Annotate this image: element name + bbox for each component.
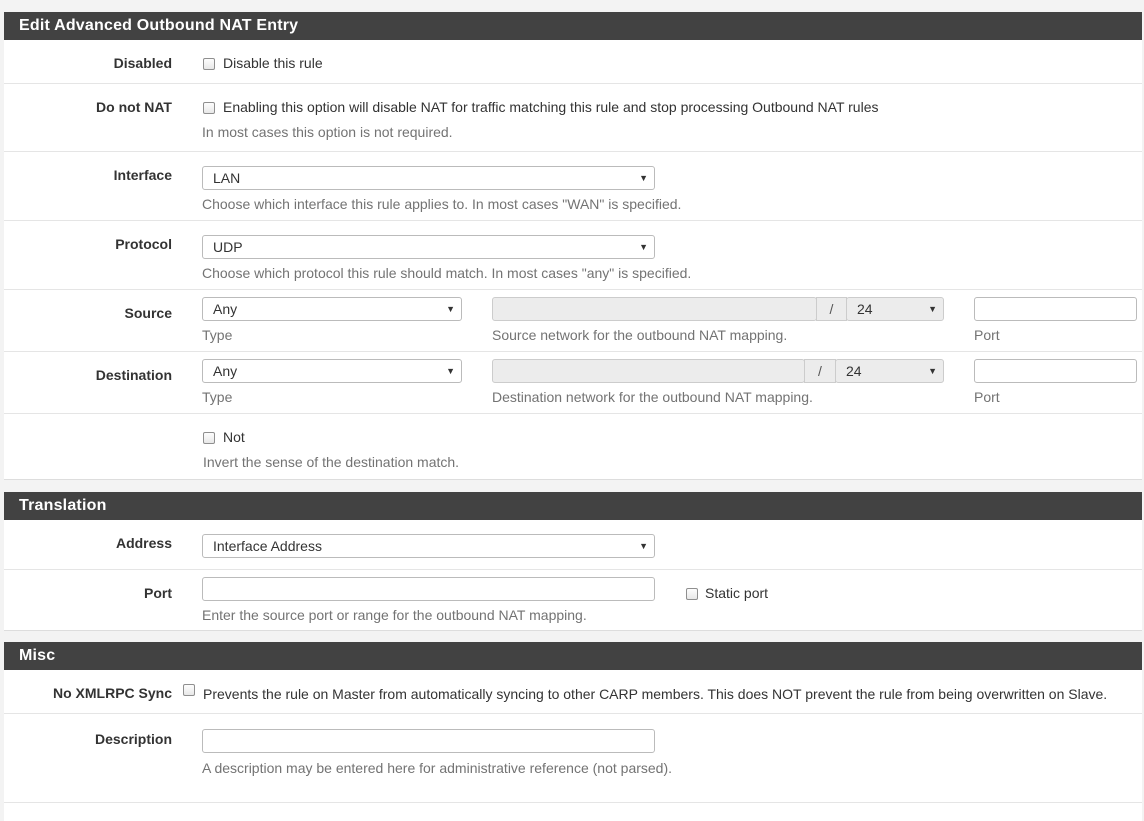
translation-port-row: Port Static port Enter the source port o… [4,569,1142,631]
source-network-input[interactable] [492,297,817,321]
source-type-help: Type [202,327,233,343]
xmlrpc-checkbox[interactable] [183,684,195,696]
source-row: Source Any ▼ Type / 24 ▼ Source network … [4,289,1142,351]
source-mask-select[interactable]: 24 ▼ [846,297,944,321]
description-label: Description [94,731,172,747]
protocol-select[interactable]: UDP ▼ [202,235,655,259]
destination-mask-value: 24 [846,363,862,379]
protocol-help: Choose which protocol this rule should m… [202,265,692,281]
not-checkbox[interactable] [203,432,215,444]
source-mask-value: 24 [857,301,873,317]
chevron-down-icon: ▼ [446,366,455,376]
disable-rule-checkbox[interactable] [203,58,215,70]
source-port-help: Port [974,327,1000,343]
not-text: Not [223,429,245,445]
do-not-nat-help: In most cases this option is not require… [202,124,453,140]
source-slash: / [816,297,847,321]
do-not-nat-text: Enabling this option will disable NAT fo… [223,99,879,115]
not-help: Invert the sense of the destination matc… [203,454,460,470]
translation-port-input[interactable] [202,577,655,601]
destination-network-help: Destination network for the outbound NAT… [492,389,813,405]
misc-title: Misc [4,642,1142,670]
edit-nat-panel: Edit Advanced Outbound NAT Entry Disable… [4,12,1142,480]
destination-type-help: Type [202,389,233,405]
address-select-value: Interface Address [213,538,322,554]
misc-panel: Misc No XMLRPC Sync Prevents the rule on… [4,642,1142,821]
destination-type-value: Any [213,363,238,379]
translation-panel: Translation Address Interface Address ▼ … [4,492,1142,631]
chevron-down-icon: ▼ [928,304,937,314]
chevron-down-icon: ▼ [928,366,937,376]
address-select[interactable]: Interface Address ▼ [202,534,655,558]
destination-slash: / [804,359,836,383]
interface-row: Interface LAN ▼ Choose which interface t… [4,151,1142,220]
interface-select-value: LAN [213,170,241,186]
chevron-down-icon: ▼ [639,541,648,551]
do-not-nat-checkbox[interactable] [203,102,215,114]
description-row: Description A description may be entered… [4,713,1142,783]
destination-label: Destination [95,367,172,383]
do-not-nat-label: Do not NAT [96,99,172,115]
destination-port-input[interactable] [974,359,1137,383]
destination-port-help: Port [974,389,1000,405]
interface-help: Choose which interface this rule applies… [202,196,682,212]
disabled-label: Disabled [113,55,172,71]
interface-label: Interface [113,167,172,183]
disable-rule-text: Disable this rule [223,55,323,71]
source-label: Source [124,305,172,321]
destination-type-select[interactable]: Any ▼ [202,359,462,383]
translation-title: Translation [4,492,1142,520]
misc-bottom-divider [4,802,1142,821]
description-help: A description may be entered here for ad… [202,760,673,776]
translation-port-help: Enter the source port or range for the o… [202,607,587,623]
xmlrpc-text: Prevents the rule on Master from automat… [203,686,1108,702]
chevron-down-icon: ▼ [446,304,455,314]
protocol-label: Protocol [115,236,172,252]
protocol-select-value: UDP [213,239,243,255]
static-port-checkbox[interactable] [686,588,698,600]
destination-network-input[interactable] [492,359,805,383]
destination-mask-select[interactable]: 24 ▼ [835,359,944,383]
chevron-down-icon: ▼ [639,242,648,252]
source-type-value: Any [213,301,238,317]
source-type-select[interactable]: Any ▼ [202,297,462,321]
xmlrpc-row: No XMLRPC Sync Prevents the rule on Mast… [4,670,1142,713]
xmlrpc-label: No XMLRPC Sync [52,685,172,701]
address-label: Address [115,535,172,551]
chevron-down-icon: ▼ [639,173,648,183]
source-port-input[interactable] [974,297,1137,321]
do-not-nat-row: Do not NAT Enabling this option will dis… [4,83,1142,151]
static-port-text: Static port [705,585,769,601]
description-input[interactable] [202,729,655,753]
disabled-row: Disabled Disable this rule [4,40,1142,83]
source-network-help: Source network for the outbound NAT mapp… [492,327,788,343]
destination-row: Destination Any ▼ Type / 24 ▼ Destinatio… [4,351,1142,413]
interface-select[interactable]: LAN ▼ [202,166,655,190]
translation-port-label: Port [144,585,172,601]
panel-title: Edit Advanced Outbound NAT Entry [4,12,1142,40]
address-row: Address Interface Address ▼ [4,520,1142,569]
not-row: Not Invert the sense of the destination … [4,413,1142,480]
protocol-row: Protocol UDP ▼ Choose which protocol thi… [4,220,1142,289]
